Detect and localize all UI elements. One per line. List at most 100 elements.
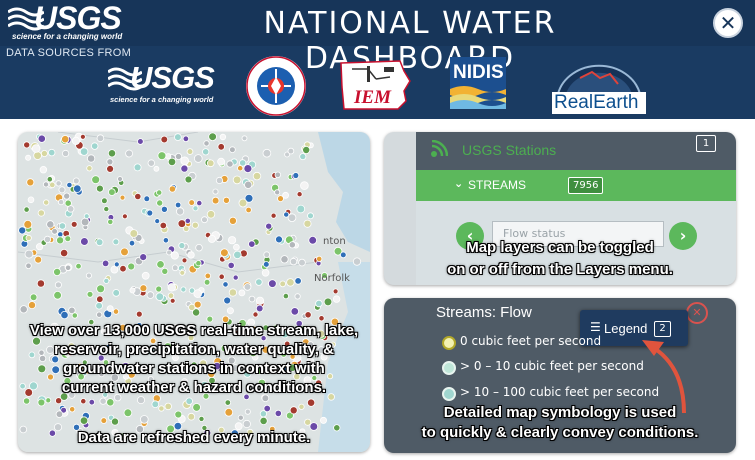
station-marker[interactable] <box>54 281 62 289</box>
station-marker[interactable] <box>103 277 110 284</box>
station-marker[interactable] <box>70 220 78 228</box>
station-marker[interactable] <box>228 216 237 225</box>
station-marker[interactable] <box>222 196 230 204</box>
close-button[interactable]: ✕ <box>713 8 743 38</box>
station-marker[interactable] <box>255 278 263 286</box>
station-marker[interactable] <box>233 250 242 260</box>
station-marker[interactable] <box>96 184 104 193</box>
station-marker[interactable] <box>204 272 211 280</box>
station-marker[interactable] <box>120 247 129 257</box>
station-marker[interactable] <box>191 221 199 229</box>
station-marker[interactable] <box>167 283 176 292</box>
station-marker[interactable] <box>80 398 87 405</box>
station-marker[interactable] <box>180 164 189 173</box>
station-marker[interactable] <box>174 201 182 209</box>
station-marker[interactable] <box>73 184 82 193</box>
station-marker[interactable] <box>352 257 362 266</box>
station-marker[interactable] <box>224 407 234 417</box>
station-marker[interactable] <box>96 295 104 303</box>
station-marker[interactable] <box>134 192 142 201</box>
station-marker[interactable] <box>69 406 76 413</box>
station-marker[interactable] <box>72 177 80 185</box>
station-marker[interactable] <box>80 217 90 227</box>
station-marker[interactable] <box>71 312 78 319</box>
station-marker[interactable] <box>238 198 248 208</box>
station-marker[interactable] <box>117 176 123 182</box>
station-marker[interactable] <box>96 311 103 318</box>
station-marker[interactable] <box>283 211 290 218</box>
station-marker[interactable] <box>227 261 235 269</box>
station-marker[interactable] <box>180 286 187 293</box>
station-marker[interactable] <box>198 415 205 422</box>
station-marker[interactable] <box>167 157 177 167</box>
station-marker[interactable] <box>202 148 210 156</box>
station-marker[interactable] <box>316 255 323 263</box>
station-marker[interactable] <box>303 219 312 228</box>
station-marker[interactable] <box>170 251 179 260</box>
station-marker[interactable] <box>179 269 186 276</box>
station-marker[interactable] <box>128 239 136 247</box>
station-marker[interactable] <box>308 236 318 245</box>
station-marker[interactable] <box>119 194 126 201</box>
station-marker[interactable] <box>23 141 31 149</box>
station-marker[interactable] <box>169 297 176 304</box>
station-marker[interactable] <box>161 267 169 275</box>
station-marker[interactable] <box>95 301 103 310</box>
station-marker[interactable] <box>48 148 56 157</box>
station-marker[interactable] <box>292 172 300 179</box>
station-marker[interactable] <box>287 147 295 155</box>
station-marker[interactable] <box>176 207 185 216</box>
station-marker[interactable] <box>49 181 56 189</box>
station-marker[interactable] <box>100 417 108 424</box>
station-marker[interactable] <box>90 142 99 150</box>
station-marker[interactable] <box>56 236 65 245</box>
station-marker[interactable] <box>244 180 253 189</box>
station-marker[interactable] <box>289 257 298 266</box>
station-marker[interactable] <box>280 255 289 264</box>
station-marker[interactable] <box>263 261 270 268</box>
station-marker[interactable] <box>141 271 150 280</box>
station-marker[interactable] <box>156 260 165 269</box>
source-logo-iem[interactable]: IEM <box>338 57 412 113</box>
station-marker[interactable] <box>139 253 148 261</box>
station-marker[interactable] <box>25 154 32 161</box>
station-marker[interactable] <box>195 243 203 252</box>
station-marker[interactable] <box>155 285 163 293</box>
station-marker[interactable] <box>23 206 30 213</box>
station-marker[interactable] <box>162 237 169 244</box>
station-marker[interactable] <box>187 251 195 259</box>
station-marker[interactable] <box>123 408 133 418</box>
station-marker[interactable] <box>182 135 190 142</box>
station-marker[interactable] <box>101 259 110 268</box>
station-marker[interactable] <box>140 415 149 424</box>
station-marker[interactable] <box>53 291 62 300</box>
station-marker[interactable] <box>107 218 114 226</box>
station-marker[interactable] <box>61 135 70 144</box>
station-marker[interactable] <box>203 140 210 147</box>
station-marker[interactable] <box>45 397 52 404</box>
station-marker[interactable] <box>192 205 199 212</box>
station-marker[interactable] <box>174 133 182 141</box>
station-marker[interactable] <box>180 156 190 166</box>
station-marker[interactable] <box>58 222 67 230</box>
station-marker[interactable] <box>252 311 259 318</box>
station-marker[interactable] <box>42 181 49 188</box>
station-marker[interactable] <box>181 257 188 264</box>
station-marker[interactable] <box>96 284 105 294</box>
station-marker[interactable] <box>18 226 27 235</box>
station-marker[interactable] <box>95 238 104 247</box>
station-marker[interactable] <box>215 176 224 185</box>
station-marker[interactable] <box>23 397 31 405</box>
station-marker[interactable] <box>171 264 179 272</box>
station-marker[interactable] <box>219 133 227 141</box>
station-marker[interactable] <box>294 293 301 300</box>
station-marker[interactable] <box>101 197 108 205</box>
station-marker[interactable] <box>147 159 155 167</box>
station-marker[interactable] <box>294 277 302 285</box>
station-marker[interactable] <box>158 405 165 412</box>
station-marker[interactable] <box>137 396 146 405</box>
station-marker[interactable] <box>228 236 237 245</box>
station-marker[interactable] <box>39 166 48 174</box>
station-marker[interactable] <box>224 399 231 406</box>
station-marker[interactable] <box>55 397 63 405</box>
